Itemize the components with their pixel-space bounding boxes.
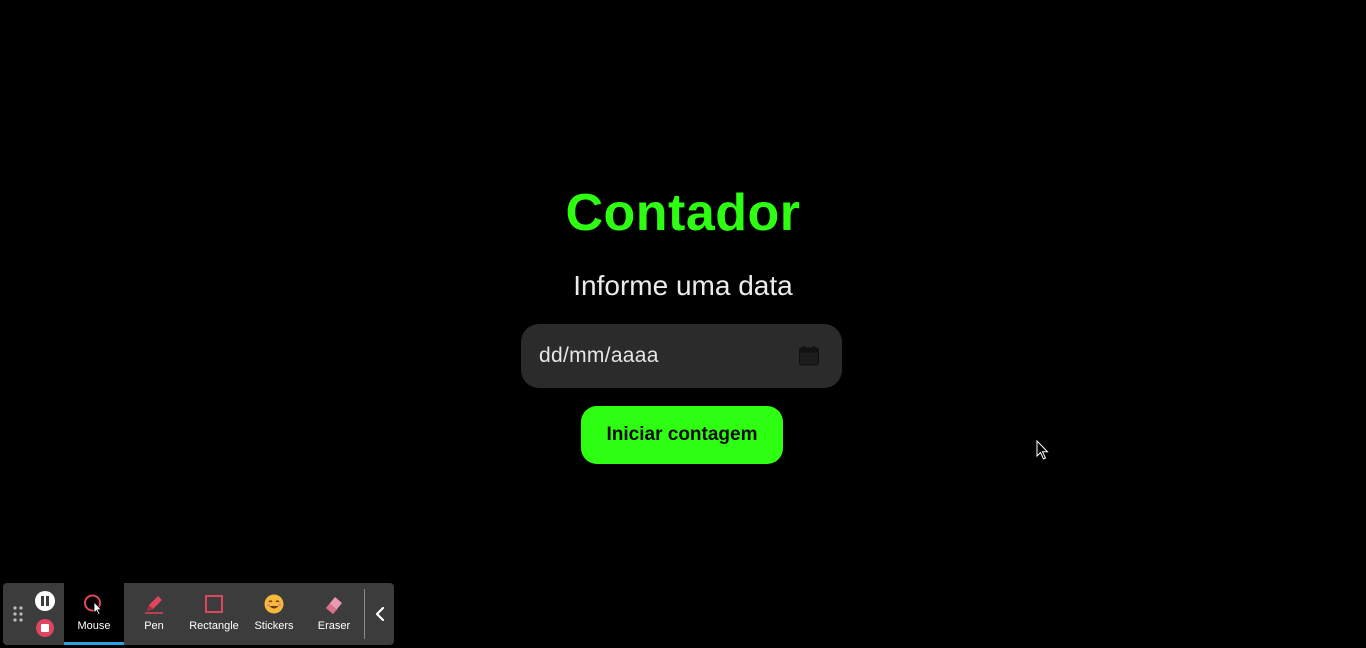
pause-icon[interactable] [35, 591, 55, 611]
date-prompt-label: Informe uma data [573, 270, 793, 301]
tool-eraser[interactable]: Eraser [304, 583, 364, 645]
chevron-left-icon [375, 607, 385, 621]
tool-label: Rectangle [189, 620, 239, 632]
tool-label: Mouse [77, 620, 111, 632]
toolbar-divider [364, 589, 365, 639]
drag-handle-icon[interactable] [12, 605, 24, 623]
tool-label: Stickers [254, 620, 294, 632]
tool-rectangle[interactable]: Rectangle [184, 583, 244, 645]
eraser-icon [326, 597, 342, 614]
date-field[interactable] [521, 324, 842, 388]
pen-icon [145, 596, 163, 614]
page: Contador Informe uma data Iniciar contag… [0, 0, 1366, 648]
recording-controls [35, 591, 57, 639]
stop-icon[interactable] [36, 619, 54, 637]
calendar-icon[interactable] [798, 345, 820, 367]
collapse-toolbar-button[interactable] [367, 583, 394, 645]
tool-stickers[interactable]: Stickers [244, 583, 304, 645]
rectangle-icon [205, 595, 223, 613]
mouse-pointer-icon [84, 594, 103, 615]
tool-label: Pen [144, 620, 164, 632]
tool-label: Eraser [317, 620, 351, 632]
sticker-icon [264, 594, 284, 614]
mouse-cursor-icon [1036, 440, 1049, 460]
tool-mouse[interactable]: Mouse [64, 583, 124, 645]
start-count-button[interactable]: Iniciar contagem [581, 406, 783, 464]
recording-toolbar: Mouse Pen Rectangle Stickers Eraser [3, 583, 394, 645]
tool-pen[interactable]: Pen [124, 583, 184, 645]
page-title: Contador [565, 184, 801, 242]
date-input[interactable] [521, 324, 842, 388]
